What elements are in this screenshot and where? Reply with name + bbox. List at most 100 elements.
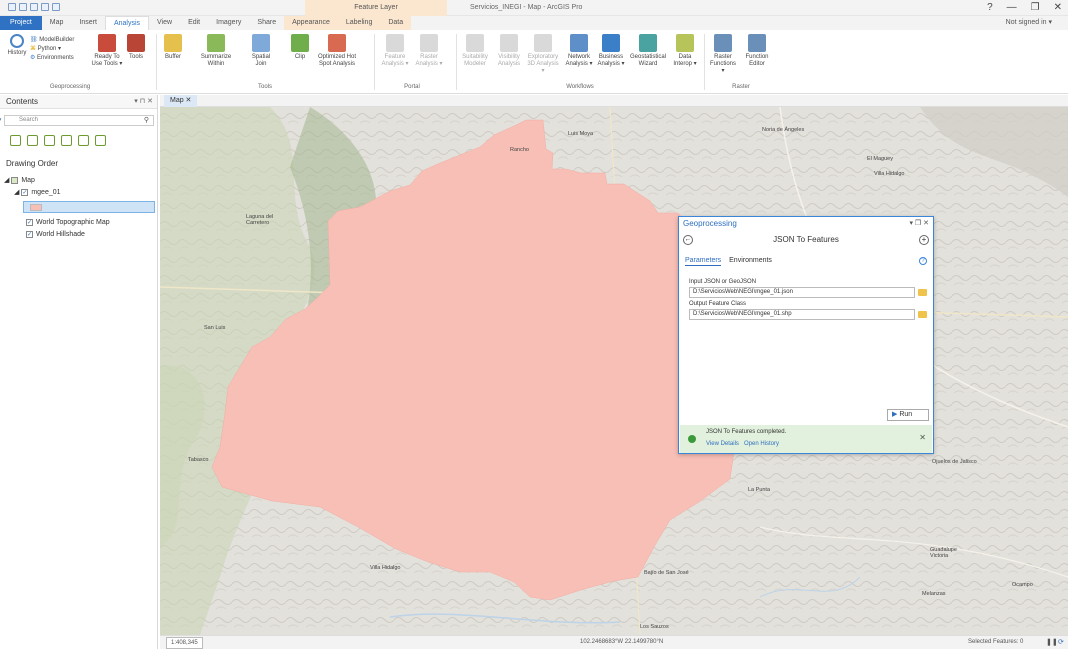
layer-visibility-checkbox[interactable]: ✓ — [26, 230, 33, 238]
selected-features-count[interactable]: Selected Features: 0 — [968, 636, 1023, 649]
layer-world-hillshade[interactable]: ✓ World Hillshade — [0, 229, 158, 241]
refresh-icon[interactable]: ⟳ — [1058, 636, 1064, 649]
tab-project[interactable]: Project — [0, 16, 42, 30]
raster-functions-button[interactable]: Raster Functions ▾ — [708, 34, 738, 75]
polygon-symbol-swatch[interactable] — [30, 204, 42, 211]
pane-controls[interactable]: ▾ ❐ ✕ — [909, 217, 929, 231]
summarize-within-button[interactable]: Summarize Within — [200, 34, 232, 68]
open-project-icon[interactable] — [19, 3, 27, 11]
tab-edit[interactable]: Edit — [180, 16, 208, 30]
geostatistical-wizard-button[interactable]: Geostatistical Wizard — [628, 34, 668, 68]
tab-data[interactable]: Data — [380, 16, 412, 30]
tab-map-view[interactable]: Map ✕ — [164, 95, 198, 107]
list-by-selection-icon[interactable] — [44, 135, 55, 146]
layer-visibility-checkbox[interactable]: ✓ — [26, 218, 33, 226]
suitability-modeler-button[interactable]: Suitability Modeler — [460, 34, 490, 68]
environments-icon: ⚙ — [30, 55, 38, 61]
save-icon[interactable] — [30, 3, 38, 11]
contents-search-input[interactable]: ▼ Search ⚲ — [0, 115, 154, 126]
input-json-field[interactable]: D:\ServiciosWeb\NEGI\mgee_01.json — [689, 287, 915, 298]
place-label: Los Sauzos — [640, 624, 669, 630]
dismiss-icon[interactable]: ✕ — [919, 433, 926, 442]
tools-button[interactable]: Tools — [126, 34, 146, 61]
layer-mgee-01[interactable]: ◢ ✓ mgee_01 — [0, 187, 158, 199]
ready-to-use-tools-button[interactable]: Ready To Use Tools ▾ — [90, 34, 124, 68]
search-icon[interactable]: ⚲ — [144, 116, 149, 125]
optimized-hot-spot-button[interactable]: Optimized Hot Spot Analysis — [314, 34, 360, 68]
raster-functions-icon — [714, 34, 732, 52]
open-history-link[interactable]: Open History — [744, 441, 779, 447]
data-interop-icon — [676, 34, 694, 52]
exploratory-3d-button[interactable]: Exploratory 3D Analysis ▾ — [526, 34, 560, 75]
suitability-icon — [466, 34, 484, 52]
layer-map[interactable]: ◢ Map — [0, 175, 158, 187]
tab-parameters[interactable]: Parameters — [685, 257, 722, 266]
spatial-join-icon — [252, 34, 270, 52]
list-by-source-icon[interactable] — [27, 135, 38, 146]
list-by-editing-icon[interactable] — [61, 135, 72, 146]
tab-appearance[interactable]: Appearance — [284, 16, 338, 30]
expand-icon[interactable]: ◢ — [4, 177, 11, 184]
history-icon — [10, 34, 24, 48]
python-button[interactable]: ⌘ Python ▾ — [30, 45, 74, 54]
place-label: La Punta — [748, 487, 771, 493]
network-analysis-button[interactable]: Network Analysis ▾ — [564, 34, 594, 68]
layer-world-topographic[interactable]: ✓ World Topographic Map — [0, 217, 158, 229]
list-by-labeling-icon[interactable] — [95, 135, 106, 146]
tab-labeling[interactable]: Labeling — [337, 16, 381, 30]
tab-imagery[interactable]: Imagery — [208, 16, 249, 30]
help-button[interactable]: ? — [987, 0, 993, 16]
buffer-button[interactable]: Buffer — [162, 34, 184, 61]
function-editor-button[interactable]: Function Editor — [742, 34, 772, 68]
summarize-within-icon — [207, 34, 225, 52]
layer-visibility-checkbox[interactable]: ✓ — [21, 188, 29, 196]
browse-folder-icon[interactable] — [918, 289, 927, 296]
contents-toolbar — [10, 135, 106, 146]
pause-drawing-icon[interactable]: ❚❚ — [1046, 636, 1058, 649]
undo-icon[interactable] — [41, 3, 49, 11]
visibility-analysis-button[interactable]: Visibility Analysis — [494, 34, 524, 68]
place-label: Guadalupe Victoria — [930, 547, 957, 559]
tab-view[interactable]: View — [149, 16, 180, 30]
quick-access-toolbar[interactable] — [8, 3, 60, 11]
redo-icon[interactable] — [52, 3, 60, 11]
list-by-drawing-order-icon[interactable] — [10, 135, 21, 146]
close-button[interactable]: ✕ — [1054, 0, 1062, 16]
environments-button[interactable]: ⚙ Environments — [30, 54, 74, 63]
layer-symbol-row[interactable] — [23, 201, 155, 213]
place-label: Laguna del Carretero — [246, 214, 274, 226]
output-feature-class-field[interactable]: D:\ServiciosWeb\NEGI\mgee_01.shp — [689, 309, 915, 320]
new-project-icon[interactable] — [8, 3, 16, 11]
tab-share[interactable]: Share — [249, 16, 284, 30]
back-arrow-icon[interactable]: ← — [683, 235, 693, 245]
tab-analysis[interactable]: Analysis — [104, 16, 150, 30]
clip-button[interactable]: Clip — [290, 34, 310, 61]
expand-icon[interactable]: ◢ — [14, 189, 21, 196]
tab-environments[interactable]: Environments — [729, 257, 772, 264]
feature-analysis-button[interactable]: Feature Analysis ▾ — [380, 34, 410, 68]
tab-map[interactable]: Map — [42, 16, 72, 30]
business-analysis-button[interactable]: Business Analysis ▾ — [596, 34, 626, 68]
place-label: El Maguey — [867, 156, 893, 162]
modelbuilder-button[interactable]: ⛓ ModelBuilder — [30, 36, 74, 45]
browse-folder-icon[interactable] — [918, 311, 927, 318]
list-by-snapping-icon[interactable] — [78, 135, 89, 146]
place-label: Ocampo — [1012, 582, 1033, 588]
add-plus-icon[interactable]: + — [919, 235, 929, 245]
history-button[interactable]: History — [6, 34, 28, 57]
data-interop-button[interactable]: Data Interop ▾ — [670, 34, 700, 68]
run-button[interactable]: ▶ Run — [887, 409, 929, 421]
title-bar: Feature Layer Servicios_INEGI - Map - Ar… — [0, 0, 1068, 16]
tab-insert[interactable]: Insert — [71, 16, 105, 30]
pane-controls[interactable]: ▾ ⊓ ✕ — [134, 95, 153, 109]
view-details-link[interactable]: View Details — [706, 441, 739, 447]
spatial-join-button[interactable]: Spatial Join — [248, 34, 274, 68]
filter-icon[interactable]: ▼ — [0, 116, 3, 125]
restore-button[interactable]: ❐ — [1031, 0, 1040, 16]
signin-status[interactable]: Not signed in ▾ — [1006, 16, 1052, 30]
help-icon[interactable]: ? — [919, 257, 927, 265]
python-icon: ⌘ — [30, 46, 38, 52]
minimize-button[interactable]: — — [1007, 0, 1017, 16]
raster-analysis-button[interactable]: Raster Analysis ▾ — [414, 34, 444, 68]
scale-selector[interactable]: 1:408,345 — [166, 637, 203, 649]
